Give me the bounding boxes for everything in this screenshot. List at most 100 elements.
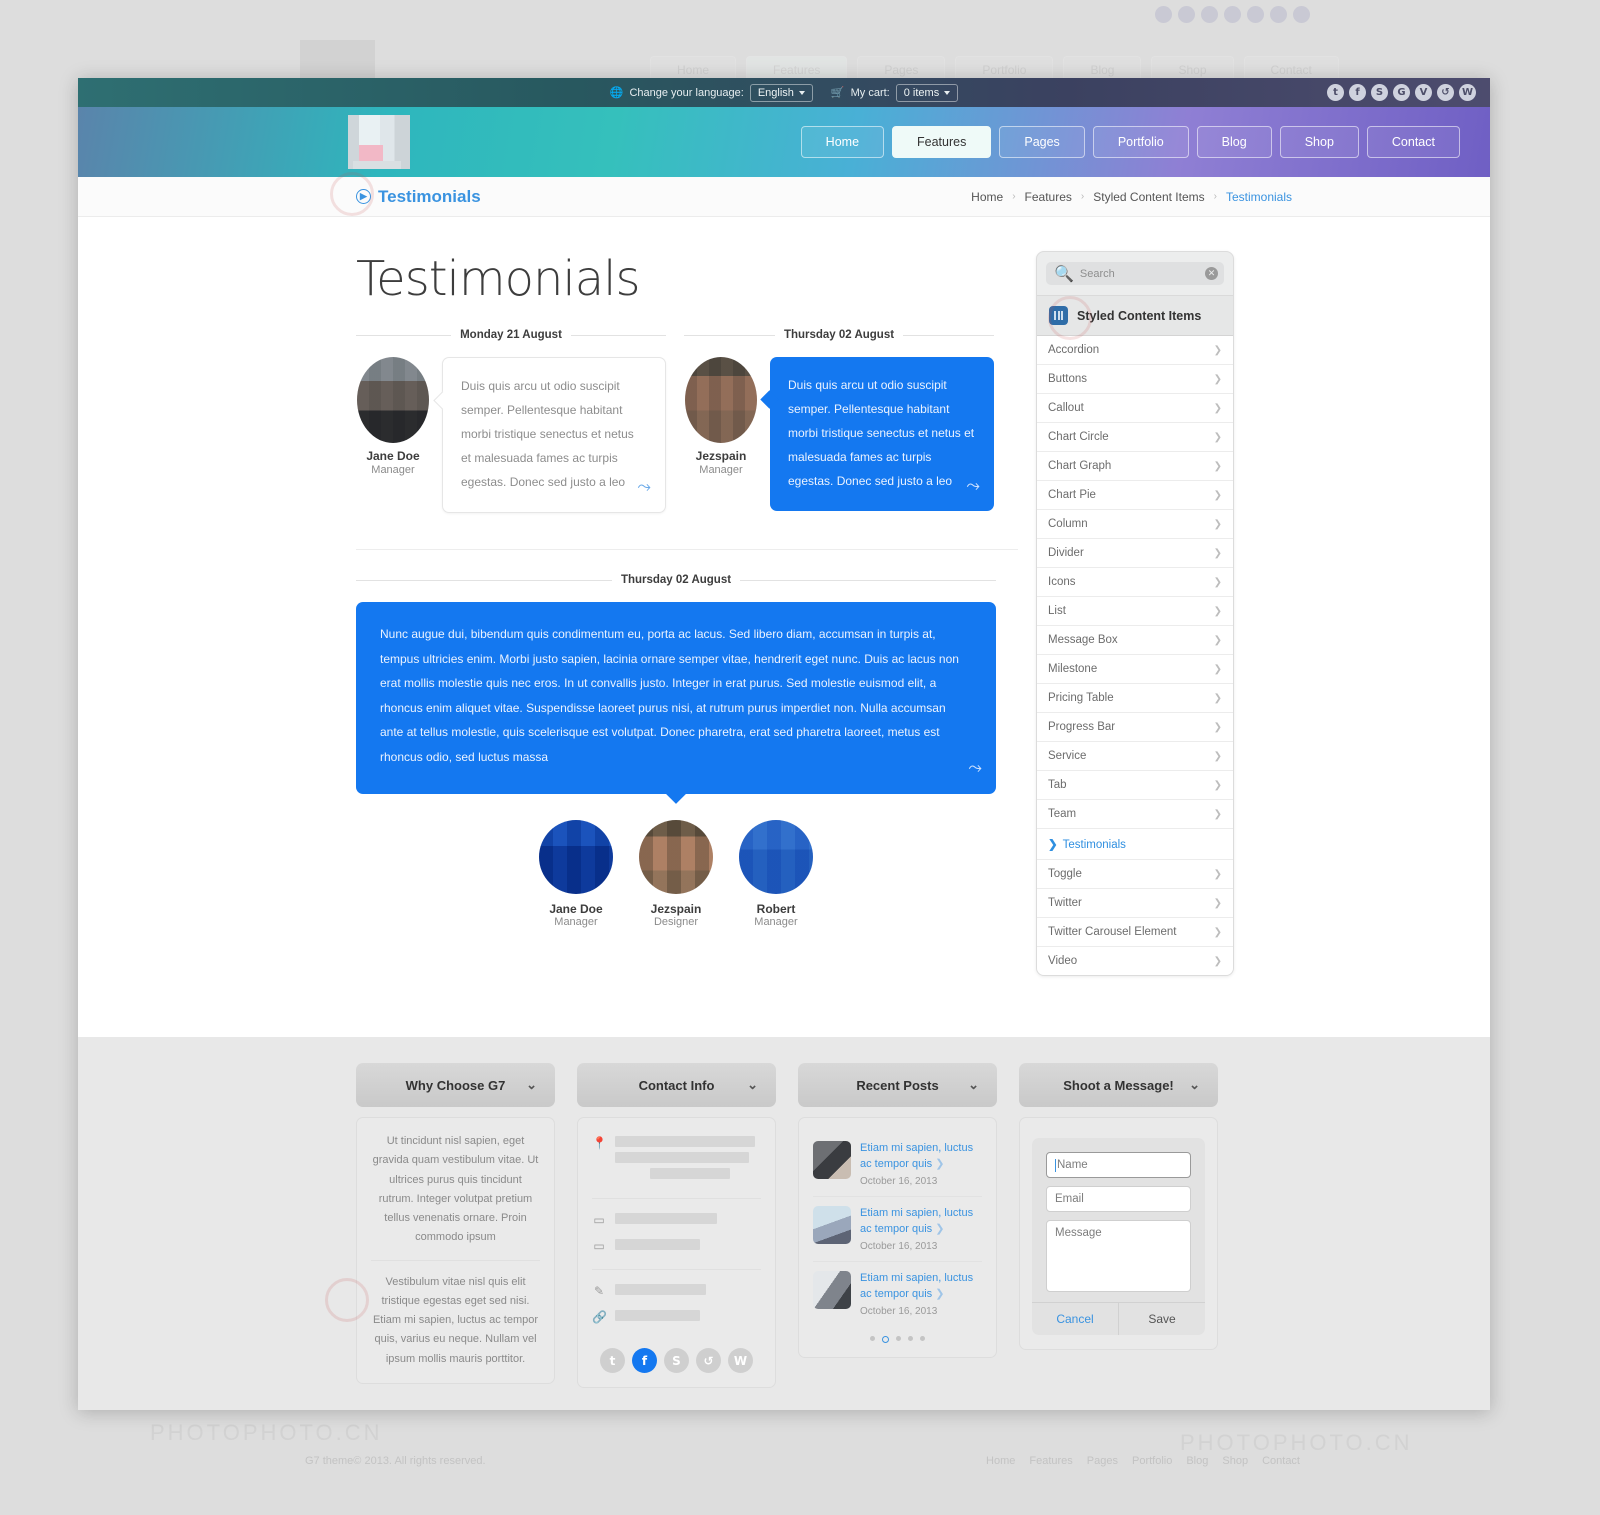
save-button[interactable]: Save [1119, 1303, 1205, 1335]
post-title[interactable]: Etiam mi sapien, luctus ac tempor quis ❯ [860, 1206, 982, 1238]
sidebar-item-label: Milestone [1048, 663, 1098, 675]
sidebar-item-tab[interactable]: Tab ❯ [1037, 771, 1233, 800]
post-date: October 16, 2013 [860, 1240, 938, 1252]
team-member[interactable]: Jane Doe Manager [535, 819, 617, 928]
carousel-dot[interactable] [882, 1335, 889, 1343]
sidebar-item-buttons[interactable]: Buttons ❯ [1037, 365, 1233, 394]
nav-item-home[interactable]: Home [800, 126, 885, 158]
sidebar-item-video[interactable]: Video ❯ [1037, 947, 1233, 975]
footer-columns: Why Choose G7 ⌄ Ut tincidunt nisl sapien… [78, 1063, 1490, 1388]
facebook-icon[interactable]: f [632, 1348, 657, 1373]
sidebar-item-accordion[interactable]: Accordion ❯ [1037, 336, 1233, 365]
reply-icon[interactable]: ⤳ [637, 470, 651, 504]
footer-posts-header[interactable]: Recent Posts ⌄ [798, 1063, 997, 1107]
name-field[interactable]: Name [1046, 1152, 1191, 1178]
nav-item-pages[interactable]: Pages [999, 126, 1085, 158]
footer-contact-header[interactable]: Contact Info ⌄ [577, 1063, 776, 1107]
clear-search-icon[interactable]: ✕ [1205, 267, 1218, 280]
skype-icon[interactable]: S [664, 1348, 689, 1373]
cart-select[interactable]: 0 items [895, 83, 959, 102]
sidebar-item-milestone[interactable]: Milestone ❯ [1037, 655, 1233, 684]
facebook-icon[interactable]: f [1349, 84, 1366, 101]
sidebar-item-chart-circle[interactable]: Chart Circle ❯ [1037, 423, 1233, 452]
post-thumbnail [813, 1270, 851, 1309]
sidebar-item-label: Divider [1048, 547, 1084, 559]
carousel-dot[interactable] [870, 1335, 875, 1341]
footer-message-header[interactable]: Shoot a Message! ⌄ [1019, 1063, 1218, 1107]
sidebar-item-column[interactable]: Column ❯ [1037, 510, 1233, 539]
sidebar-item-testimonials[interactable]: ❯ Testimonials [1037, 829, 1233, 860]
site-footer: Why Choose G7 ⌄ Ut tincidunt nisl sapien… [78, 1037, 1490, 1410]
message-field[interactable]: Message [1046, 1220, 1191, 1292]
sidebar-item-label: Column [1048, 518, 1088, 530]
twitter-icon[interactable]: t [600, 1348, 625, 1373]
reply-icon[interactable]: ⤳ [968, 751, 982, 786]
language-select[interactable]: English [749, 83, 813, 102]
sidebar-item-service[interactable]: Service ❯ [1037, 742, 1233, 771]
date-rule: Thursday 02 August [684, 329, 994, 341]
chevron-down-icon[interactable]: ⌄ [1189, 1077, 1200, 1093]
chevron-down-icon[interactable]: ⌄ [526, 1077, 537, 1093]
date-rule: Monday 21 August [356, 329, 666, 341]
sidebar-item-chart-graph[interactable]: Chart Graph ❯ [1037, 452, 1233, 481]
wordpress-icon[interactable]: W [1459, 84, 1476, 101]
team-member[interactable]: Jezspain Designer [635, 819, 717, 928]
email-placeholder: Email [1055, 1193, 1084, 1205]
reply-icon[interactable]: ⤳ [966, 469, 980, 503]
sidebar-item-label: Buttons [1048, 373, 1087, 385]
cancel-button[interactable]: Cancel [1032, 1303, 1119, 1335]
nav-item-contact[interactable]: Contact [1366, 126, 1460, 158]
language-value: English [757, 86, 794, 99]
carousel-dot[interactable] [908, 1335, 913, 1341]
main-heading: Testimonials [356, 251, 641, 307]
cart-widget[interactable]: 🛒 My cart: 0 items [831, 83, 959, 102]
sidebar-item-callout[interactable]: Callout ❯ [1037, 394, 1233, 423]
sidebar-item-progress-bar[interactable]: Progress Bar ❯ [1037, 713, 1233, 742]
nav-item-portfolio[interactable]: Portfolio [1092, 126, 1189, 158]
recent-post-item[interactable]: Etiam mi sapien, luctus ac tempor quis ❯… [813, 1262, 982, 1326]
sidebar-item-icons[interactable]: Icons ❯ [1037, 568, 1233, 597]
rss-icon[interactable]: ↺ [1437, 84, 1454, 101]
language-switcher[interactable]: 🌐 Change your language: English [610, 83, 813, 102]
testimonial-card: Monday 21 August Jane Doe Manager Duis quis… [356, 329, 666, 513]
sidebar-item-divider[interactable]: Divider ❯ [1037, 539, 1233, 568]
breadcrumb-item[interactable]: Styled Content Items [1093, 190, 1204, 204]
sidebar-item-toggle[interactable]: Toggle ❯ [1037, 860, 1233, 889]
breadcrumb-item[interactable]: Features [1025, 190, 1072, 204]
avatar: Jane Doe Manager [356, 357, 430, 476]
email-field[interactable]: Email [1046, 1186, 1191, 1212]
post-title[interactable]: Etiam mi sapien, luctus ac tempor quis ❯ [860, 1141, 982, 1173]
sidebar-item-chart-pie[interactable]: Chart Pie ❯ [1037, 481, 1233, 510]
twitter-icon[interactable]: t [1327, 84, 1344, 101]
sidebar-item-label: Accordion [1048, 344, 1100, 356]
carousel-dot[interactable] [920, 1335, 925, 1341]
nav-item-features[interactable]: Features [892, 126, 992, 158]
footer-why-header[interactable]: Why Choose G7 ⌄ [356, 1063, 555, 1107]
site-logo[interactable] [348, 115, 410, 169]
nav-item-shop[interactable]: Shop [1279, 126, 1359, 158]
skype-icon[interactable]: S [1371, 84, 1388, 101]
recent-post-item[interactable]: Etiam mi sapien, luctus ac tempor quis ❯… [813, 1197, 982, 1262]
sidebar-item-team[interactable]: Team ❯ [1037, 800, 1233, 829]
recent-post-item[interactable]: Etiam mi sapien, luctus ac tempor quis ❯… [813, 1132, 982, 1197]
sidebar-item-label: Twitter [1048, 897, 1082, 909]
carousel-dot[interactable] [896, 1335, 901, 1341]
rss-icon[interactable]: ↺ [696, 1348, 721, 1373]
sidebar-item-message-box[interactable]: Message Box ❯ [1037, 626, 1233, 655]
chevron-down-icon[interactable]: ⌄ [747, 1077, 758, 1093]
sidebar-item-list[interactable]: List ❯ [1037, 597, 1233, 626]
footer-message-title: Shoot a Message! [1063, 1077, 1174, 1093]
sidebar-item-twitter-carousel-element[interactable]: Twitter Carousel Element ❯ [1037, 918, 1233, 947]
google-icon[interactable]: G [1393, 84, 1410, 101]
team-member[interactable]: Robert Manager [735, 819, 817, 928]
vimeo-icon[interactable]: V [1415, 84, 1432, 101]
wordpress-icon[interactable]: W [728, 1348, 753, 1373]
sidebar-item-twitter[interactable]: Twitter ❯ [1037, 889, 1233, 918]
post-title[interactable]: Etiam mi sapien, luctus ac tempor quis ❯ [860, 1271, 982, 1303]
sidebar-item-pricing-table[interactable]: Pricing Table ❯ [1037, 684, 1233, 713]
search-input[interactable]: 🔍 Search ✕ [1046, 262, 1224, 285]
chevron-down-icon[interactable]: ⌄ [968, 1077, 979, 1093]
breadcrumb-item[interactable]: Home [971, 190, 1003, 204]
member-name: Jezspain [650, 901, 702, 916]
nav-item-blog[interactable]: Blog [1196, 126, 1272, 158]
